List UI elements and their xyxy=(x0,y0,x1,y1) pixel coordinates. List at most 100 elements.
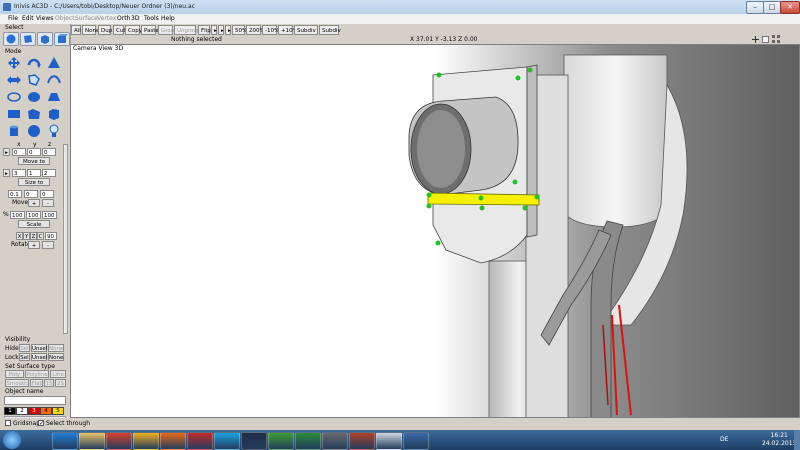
size-z-field[interactable]: 2 xyxy=(42,169,56,177)
poly-button[interactable]: Poly xyxy=(5,370,24,378)
flip-right-arrow-icon[interactable]: ▸ xyxy=(225,25,231,35)
toolbar-paste-button[interactable]: Paste xyxy=(141,25,159,35)
scale-button[interactable]: Scale xyxy=(18,220,50,228)
one-sided-button[interactable]: 1S xyxy=(44,379,54,387)
vm-icon[interactable] xyxy=(322,432,348,450)
toolbar-subdiv-button[interactable]: Subdiv + xyxy=(294,25,318,44)
expand-icon[interactable] xyxy=(752,36,759,43)
polygon-tool-icon[interactable] xyxy=(26,107,42,121)
toolbar-200-button[interactable]: 200% xyxy=(246,25,265,35)
toolbar-50-button[interactable]: 50% xyxy=(232,25,247,35)
flat-button[interactable]: Flat xyxy=(30,379,43,387)
size-y-field[interactable]: 1 xyxy=(27,169,41,177)
steam-icon[interactable] xyxy=(241,432,267,450)
move-x-field[interactable]: 0.1 xyxy=(8,190,22,198)
scale-y-field[interactable]: 100 xyxy=(26,211,41,219)
maximize-button[interactable]: □ xyxy=(763,1,781,14)
cylinder-tool-icon[interactable] xyxy=(6,124,22,138)
ie-icon[interactable] xyxy=(52,432,78,450)
toolbar-subdiv-button[interactable]: Subdiv - xyxy=(319,25,341,44)
hide-sel-button[interactable]: Sel xyxy=(19,344,30,352)
size-to-arrow-button[interactable]: ▸ xyxy=(3,169,10,177)
move-to-y-field[interactable]: 0 xyxy=(27,148,41,156)
select-surface-button[interactable] xyxy=(20,32,36,46)
object-name-field[interactable] xyxy=(4,396,66,405)
settings-icon[interactable] xyxy=(403,432,429,450)
toolbar-cut-button[interactable]: Cut xyxy=(113,25,125,35)
hide-unsel-button[interactable]: Unsel xyxy=(31,344,47,352)
move-to-arrow-button[interactable]: ▸ xyxy=(3,148,10,156)
scale-tool-icon[interactable] xyxy=(6,73,22,87)
move-tool-icon[interactable] xyxy=(6,56,22,70)
skype-icon[interactable] xyxy=(214,432,240,450)
smooth-button[interactable]: Smooth xyxy=(5,379,29,387)
move-y-field[interactable]: 0 xyxy=(24,190,38,198)
select-vertex-button[interactable] xyxy=(3,32,19,46)
select-object-button[interactable] xyxy=(37,32,53,46)
mesh-tool-icon[interactable] xyxy=(46,90,62,104)
start-button[interactable] xyxy=(3,431,21,449)
ellipse-tool-icon[interactable] xyxy=(6,90,22,104)
toolbar-10-button[interactable]: -10% xyxy=(262,25,279,35)
rotate-axis-x-button[interactable]: X xyxy=(16,232,23,240)
bend-tool-icon[interactable] xyxy=(46,73,62,87)
rectangle-tool-icon[interactable] xyxy=(6,107,22,121)
rotate-tool-icon[interactable] xyxy=(26,56,42,70)
gridsnap-checkbox[interactable] xyxy=(5,420,11,426)
game-icon[interactable] xyxy=(349,432,375,450)
select-group-button[interactable] xyxy=(54,32,70,46)
lock-none-button[interactable]: None xyxy=(48,353,64,361)
palette-color-2[interactable]: 2 xyxy=(16,407,28,415)
toolbar-group-button[interactable]: Group xyxy=(158,25,178,35)
two-sided-button[interactable]: 2S xyxy=(55,379,66,387)
torrent-icon[interactable] xyxy=(268,432,294,450)
size-x-field[interactable]: 3 xyxy=(12,169,26,177)
light-tool-icon[interactable] xyxy=(46,124,62,138)
move-to-z-field[interactable]: 0 xyxy=(42,148,56,156)
palette-color-3[interactable]: 3 xyxy=(28,407,40,415)
toolbar-ungroup-button[interactable]: Ungroup xyxy=(174,25,201,35)
move-plus-button[interactable]: + xyxy=(28,199,40,207)
extrude-tool-icon[interactable] xyxy=(46,56,62,70)
taskbar-clock[interactable]: 16:21 24.02.2013 xyxy=(762,432,796,448)
folder-icon[interactable] xyxy=(79,432,105,450)
box-tool-icon[interactable] xyxy=(46,107,62,121)
flip-left-arrow-icon[interactable]: ▸ xyxy=(211,25,217,35)
language-indicator[interactable]: DE xyxy=(720,436,728,443)
polyline-button[interactable]: Polyline xyxy=(25,370,49,378)
3d-viewport[interactable]: Camera View 3D xyxy=(70,44,800,418)
size-to-button[interactable]: Size to xyxy=(18,178,50,186)
show-desktop-button[interactable] xyxy=(794,430,800,450)
scale-z-field[interactable]: 100 xyxy=(42,211,57,219)
toolbar-flip-button[interactable]: Flip xyxy=(198,25,211,35)
firefox-icon[interactable] xyxy=(160,432,186,450)
move-to-x-field[interactable]: 0 xyxy=(12,148,26,156)
ac3d-icon[interactable] xyxy=(376,432,402,450)
move-to-button[interactable]: Move to xyxy=(18,157,50,165)
panel-scrollbar[interactable] xyxy=(63,144,68,334)
media-icon[interactable] xyxy=(133,432,159,450)
move-z-field[interactable]: 0 xyxy=(40,190,54,198)
paint-icon[interactable] xyxy=(187,432,213,450)
minimize-button[interactable]: – xyxy=(746,1,764,14)
palette-color-4[interactable]: 4 xyxy=(40,407,52,415)
maximize-view-icon[interactable] xyxy=(762,36,769,43)
lock-unsel-button[interactable]: Unsel xyxy=(31,353,47,361)
toolbar-dup-button[interactable]: Dup xyxy=(98,25,112,35)
flip-up-arrow-icon[interactable]: ▸ xyxy=(218,25,224,35)
toolbar-none-button[interactable]: None xyxy=(82,25,99,35)
rotate-axis-c-button[interactable]: C xyxy=(37,232,44,240)
rotate-minus-button[interactable]: - xyxy=(42,241,54,249)
select-through-checkbox[interactable]: ✓ xyxy=(38,420,44,427)
menu-help[interactable]: Help xyxy=(158,14,178,24)
toolbar-copy-button[interactable]: Copy xyxy=(125,25,142,35)
excel-icon[interactable] xyxy=(295,432,321,450)
rotate-angle-field[interactable]: 90 xyxy=(45,232,57,240)
toolbar-10-button[interactable]: +10% xyxy=(278,25,298,35)
lock-sel-button[interactable]: Sel xyxy=(19,353,30,361)
disc-tool-icon[interactable] xyxy=(26,90,42,104)
rotate-axis-y-button[interactable]: Y xyxy=(23,232,30,240)
rotate-plus-button[interactable]: + xyxy=(28,241,40,249)
palette-color-5[interactable]: 5 xyxy=(52,407,64,415)
move-minus-button[interactable]: - xyxy=(42,199,54,207)
